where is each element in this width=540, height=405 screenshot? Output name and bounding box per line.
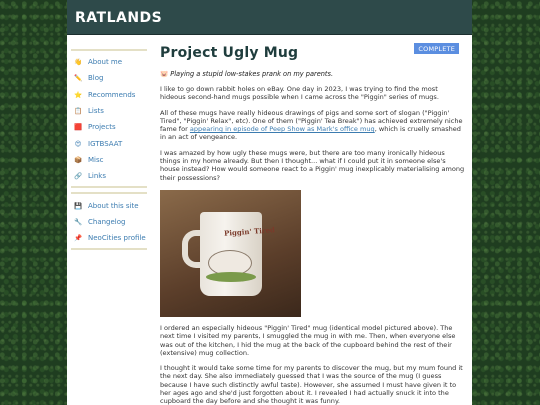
sidebar-item-label: Projects — [88, 123, 116, 132]
sidebar-item-links[interactable]: 🔗 Links — [71, 168, 147, 184]
sidebar-item-recommends[interactable]: ⭐ Recommends — [71, 87, 147, 103]
sidebar-item-projects[interactable]: 🟥 Projects — [71, 119, 147, 135]
sidebar-item-about-me[interactable]: 👋 About me — [71, 54, 147, 70]
nav-group-site: 💾 About this site 🔧 Changelog 📌 NeoCitie… — [71, 192, 147, 251]
sidebar-item-neocities-profile[interactable]: 📌 NeoCities profile — [71, 230, 147, 246]
clipboard-icon: 📋 — [73, 107, 83, 116]
pencil-icon: ✏️ — [73, 74, 83, 83]
wave-icon: 👋 — [73, 58, 83, 67]
wrench-icon: 🔧 — [73, 217, 83, 226]
site-header: RATLANDS — [67, 0, 472, 35]
mug-slogan: Piggin' Tired — [223, 225, 276, 238]
link-icon: 🔗 — [73, 172, 83, 181]
sidebar-item-igtbsaat[interactable]: 😍 IGTBSAAT — [71, 135, 147, 151]
sidebar-item-about-this-site[interactable]: 💾 About this site — [71, 197, 147, 213]
paragraph-piggin-series: All of these mugs have really hideous dr… — [160, 109, 465, 142]
nav-group-main: 👋 About me ✏️ Blog ⭐ Recommends 📋 Lists … — [71, 49, 147, 189]
paragraph-intro: I like to go down rabbit holes on eBay. … — [160, 85, 439, 102]
sidebar-item-label: IGTBSAAT — [88, 139, 123, 148]
pig-icon: 🐷 — [160, 70, 169, 78]
sidebar-item-lists[interactable]: 📋 Lists — [71, 103, 147, 119]
paragraph-discovery: I thought it would take some time for my… — [160, 364, 463, 405]
page-subtitle: 🐷 Playing a stupid low-stakes prank on my… — [160, 70, 465, 78]
sidebar-item-changelog[interactable]: 🔧 Changelog — [71, 214, 147, 230]
page-frame: RATLANDS 👋 About me ✏️ Blog ⭐ Recommends… — [67, 0, 472, 405]
sidebar-item-blog[interactable]: ✏️ Blog — [71, 70, 147, 86]
mug-nest-drawing — [206, 271, 256, 282]
site-title[interactable]: RATLANDS — [75, 10, 472, 26]
sidebar-item-label: Links — [88, 172, 106, 181]
sidebar-item-label: Recommends — [88, 90, 136, 99]
sidebar-nav: 👋 About me ✏️ Blog ⭐ Recommends 📋 Lists … — [71, 49, 147, 254]
projects-icon: 🟥 — [73, 123, 83, 132]
box-icon: 📦 — [73, 155, 83, 164]
pushpin-icon: 📌 — [73, 234, 83, 243]
sidebar-item-label: Lists — [88, 107, 104, 116]
mug-photo: Piggin' Tired — [160, 189, 301, 317]
paragraph-idea: I was amazed by how ugly these mugs were… — [160, 148, 465, 182]
content-area: 👋 About me ✏️ Blog ⭐ Recommends 📋 Lists … — [67, 35, 472, 405]
subtitle-text: Playing a stupid low-stakes prank on my … — [170, 70, 334, 78]
sidebar-item-label: About me — [88, 58, 123, 67]
main-content: COMPLETE Project Ugly Mug 🐷 Playing a stu… — [160, 43, 465, 405]
sidebar-item-label: Blog — [88, 74, 104, 83]
sidebar-item-misc[interactable]: 📦 Misc — [71, 152, 147, 168]
sidebar-item-label: Changelog — [88, 217, 126, 226]
floppy-disk-icon: 💾 — [73, 201, 83, 210]
status-badge: COMPLETE — [414, 43, 459, 54]
heart-eyes-icon: 😍 — [74, 139, 82, 148]
sidebar-item-label: NeoCities profile — [88, 234, 146, 243]
sidebar-item-label: Misc — [88, 155, 104, 164]
star-icon: ⭐ — [73, 90, 83, 99]
sidebar-item-label: About this site — [88, 201, 139, 210]
peep-show-link[interactable]: appearing in episode of Peep Show as Mar… — [190, 125, 375, 133]
paragraph-smuggle: I ordered an especially hideous "Piggin'… — [160, 323, 456, 357]
